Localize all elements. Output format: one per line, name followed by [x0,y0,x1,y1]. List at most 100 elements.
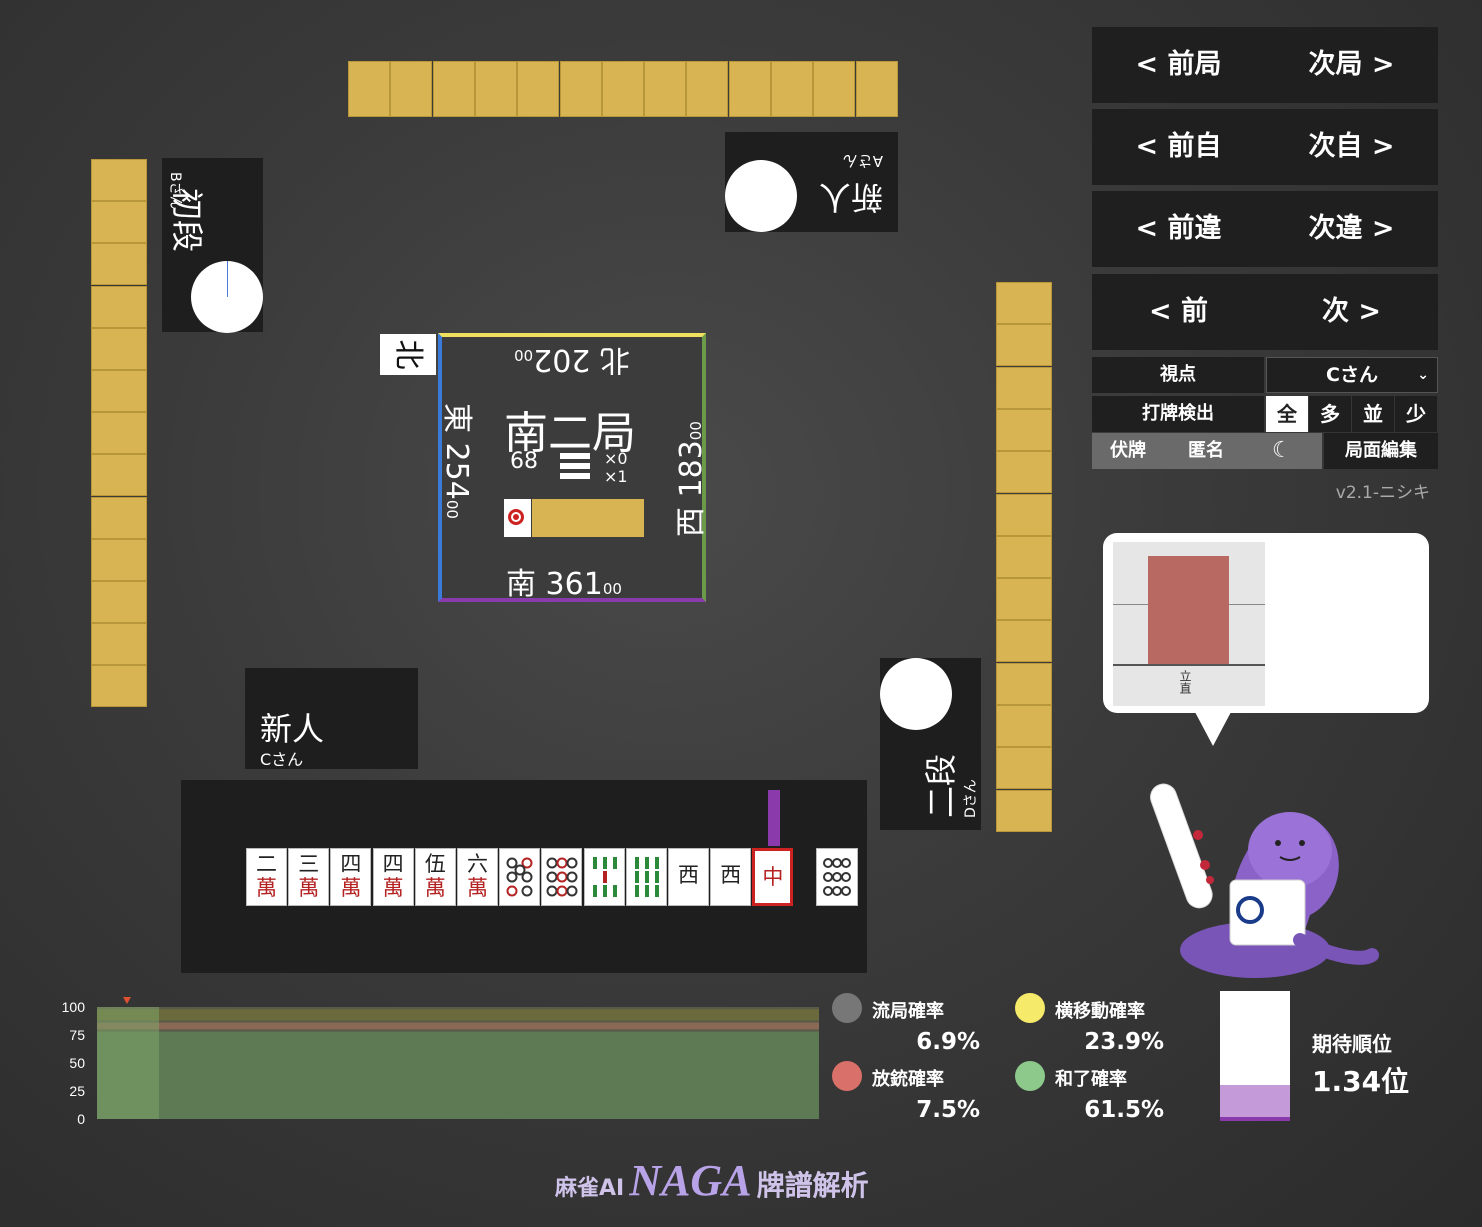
current-turn-marker[interactable] [123,997,131,1004]
tile-back [91,159,147,201]
pin-9-icon [823,858,851,896]
detect-option-many[interactable]: 多 [1309,396,1351,432]
hand-tile[interactable]: 西 [710,848,752,906]
tile-back [686,61,729,117]
tile-back [813,61,856,117]
right-player-panel: 二段 Dさん [880,658,981,830]
tile-rank: 四 [340,852,362,876]
round-nav: < 前局 次局 > [1092,27,1438,103]
tile-back [996,578,1052,621]
probability-chart: 100 75 50 25 0 [62,997,819,1127]
tile-back [517,61,560,117]
next-self-button[interactable]: 次自 > [1265,109,1438,185]
top-player-panel: 新人 Aさん [725,132,898,232]
detect-option-few[interactable]: 少 [1395,396,1437,432]
hand-tile[interactable] [499,848,541,906]
tile-back [996,366,1052,409]
next-button[interactable]: 次 > [1265,274,1438,350]
tile-back [996,282,1052,324]
tile-back [559,61,602,117]
tile-suit: 萬 [467,876,488,900]
hand-tile[interactable]: 二萬 [246,848,287,906]
chart-band [97,1009,819,1021]
top-player-pie [725,160,797,232]
right-player-rank: 二段 [922,753,960,818]
tile-back [996,789,1052,832]
y-tick-label: 75 [69,1027,85,1043]
detect-label: 打牌検出 [1092,396,1264,432]
hide-tiles-toggle[interactable]: 伏牌 [1110,433,1146,469]
prev-self-button[interactable]: < 前自 [1092,109,1265,185]
tile-back [91,412,147,455]
expected-rank-value: 1.34位 [1312,1065,1410,1098]
riichi-bar [1148,555,1229,664]
viewpoint-select[interactable]: Cさん ⌄ [1266,357,1438,393]
pin-tile-icon [546,857,578,897]
prev-button[interactable]: < 前 [1092,274,1265,350]
hand-tile[interactable] [625,848,667,906]
hand-tile[interactable]: 四萬 [330,848,372,906]
sou-tile-icon [592,857,617,897]
hand-tile[interactable]: 伍萬 [414,848,456,906]
anonymous-toggle[interactable]: 匿名 [1188,433,1224,469]
top-player-rank: 新人 [818,178,883,216]
chevron-down-icon: ⌄ [1417,367,1429,383]
drawn-tile[interactable] [816,848,858,906]
tile-rank: 三 [298,852,320,876]
y-tick-label: 25 [69,1083,85,1099]
tile-suit: 萬 [256,876,277,900]
pin-tile-icon [506,857,533,897]
left-player-name: Bさん [167,172,183,210]
tile-rank: 西 [720,863,742,887]
tiles-remaining: 68 [510,449,538,474]
houjuu-value: 7.5% [916,1097,980,1123]
hand-tile[interactable]: 三萬 [288,848,330,906]
viewpoint-value: Cさん [1326,364,1378,386]
riichi-bar-label: 立直 [1178,670,1192,694]
hand-tile[interactable]: 西 [668,848,709,906]
prev-diff-button[interactable]: < 前違 [1092,191,1265,267]
sou-tile-icon [634,857,659,897]
tile-back [996,408,1052,451]
tile-back [91,496,147,539]
tile-back [996,662,1052,705]
tile-back [474,61,517,117]
next-diff-button[interactable]: 次違 > [1265,191,1438,267]
tile-suit: 萬 [382,876,404,900]
tile-back [996,324,1052,367]
right-player-pie [880,658,952,730]
chart-band [97,1031,819,1119]
self-nav: < 前自 次自 > [1092,109,1438,185]
tile-back [348,61,390,117]
moon-icon[interactable]: ☾ [1272,433,1292,469]
tile-back [644,61,687,117]
hand-tile[interactable] [583,848,625,906]
tile-back [91,370,147,412]
ryukyoku-label: 流局確率 [872,1001,944,1022]
self-player-panel: 新人 Cさん [245,668,418,769]
prev-round-button[interactable]: < 前局 [1092,27,1265,103]
yokoido-label: 横移動確率 [1055,1001,1145,1022]
agari-dot [1015,1061,1045,1091]
tile-back [91,201,147,244]
edit-board-button[interactable]: 局面編集 [1324,433,1438,469]
tile-back [390,61,433,117]
tile-back [91,454,147,497]
viewpoint-label: 視点 [1092,357,1264,393]
detect-option-all[interactable]: 全 [1266,396,1308,432]
diff-nav: < 前違 次違 > [1092,191,1438,267]
step-nav: < 前 次 > [1092,274,1438,350]
score-board: 北 20200 東 25400 西 18300 南二局 68 ×0 ×1 南 3… [438,333,709,602]
self-player-name: Cさん [260,750,304,769]
tile-suit: 萬 [298,876,320,900]
east-score: 東 25400 [439,403,474,519]
y-tick-label: 100 [62,999,86,1015]
hand-tile[interactable] [541,848,583,906]
hand-tile[interactable]: 六萬 [457,848,498,906]
next-round-button[interactable]: 次局 > [1265,27,1438,103]
hand-tile[interactable]: 中 [752,848,794,906]
detect-option-normal[interactable]: 並 [1352,396,1394,432]
hand-tile[interactable]: 四萬 [372,848,414,906]
tile-back [91,243,147,286]
tile-back [91,581,147,623]
